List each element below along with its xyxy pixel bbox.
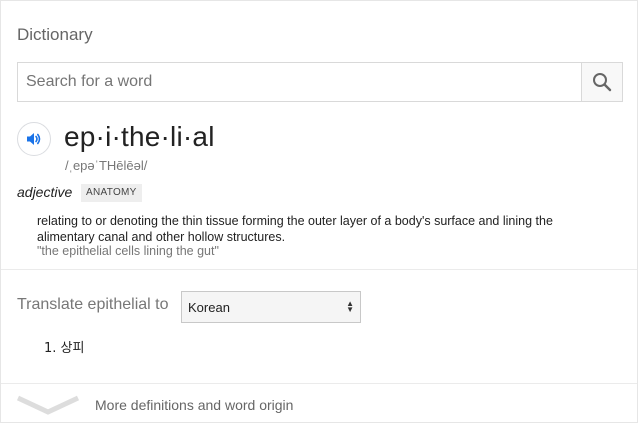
search-button[interactable] <box>581 63 622 101</box>
result-number: 1. <box>44 341 57 356</box>
part-of-speech: adjective <box>17 184 73 200</box>
language-select[interactable]: Korean ▲ ▼ <box>181 291 361 323</box>
speaker-icon <box>27 133 41 145</box>
translate-label: Translate epithelial to <box>17 296 169 313</box>
search-input[interactable] <box>18 63 581 101</box>
card-heading: Dictionary <box>17 25 93 44</box>
search-icon <box>593 73 612 92</box>
more-definitions-link[interactable]: More definitions and word origin <box>95 397 293 413</box>
subject-label-badge: ANATOMY <box>81 184 142 202</box>
example-sentence: "the epithelial cells lining the gut" <box>37 244 219 258</box>
chevron-down-icon[interactable] <box>15 392 81 416</box>
result-text: 상피 <box>60 341 85 356</box>
translation-result: 1. 상피 <box>44 337 84 356</box>
divider <box>1 383 637 384</box>
divider <box>1 269 637 270</box>
definition-text: relating to or denoting the thin tissue … <box>37 214 553 244</box>
selected-language: Korean <box>188 299 230 315</box>
headword: ep·i·the·li·al <box>64 121 215 152</box>
pronunciation-button[interactable] <box>17 122 51 156</box>
up-down-arrows-icon: ▲ ▼ <box>346 299 354 314</box>
phonetic-spelling: /ˌepəˈTHēlēəl/ <box>65 158 148 173</box>
dictionary-card: Dictionary ep·i·the·li·al /ˌepəˈTHēlēəl/… <box>0 0 638 423</box>
search-box <box>17 62 623 102</box>
